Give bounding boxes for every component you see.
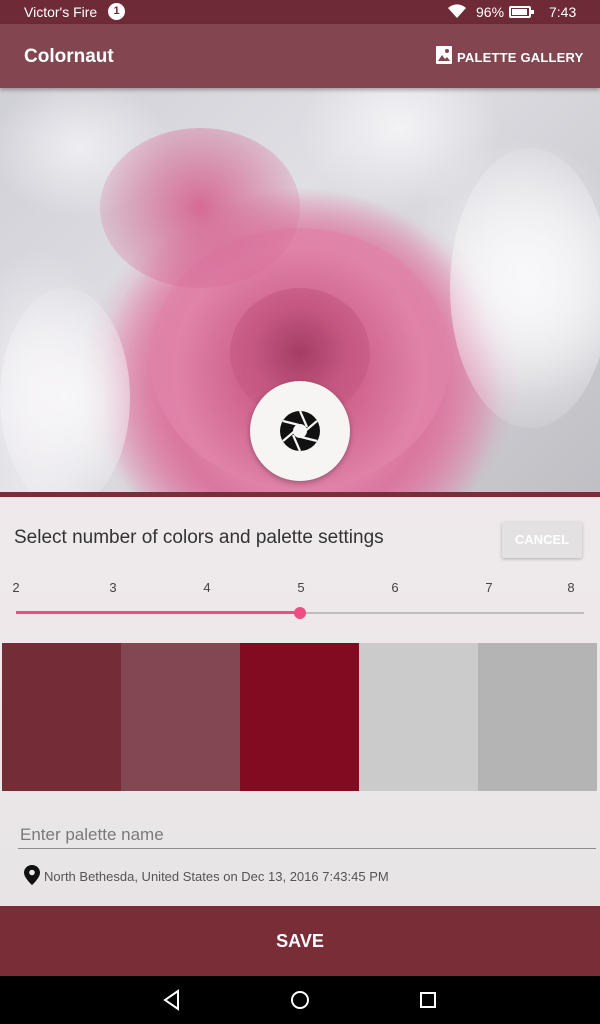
battery-percent: 96% [476,4,505,20]
settings-heading: Select number of colors and palette sett… [14,527,384,548]
home-icon[interactable] [288,988,312,1012]
slider-tick: 3 [109,580,117,595]
slider-tick: 2 [12,580,20,595]
shutter-button[interactable] [250,381,350,481]
slider-fill [16,611,300,614]
slider-tick: 5 [297,580,305,595]
app-bar: Colornaut PALETTE GALLERY [0,24,600,88]
battery-icon [509,6,534,18]
save-button[interactable]: SAVE [0,906,600,976]
color-swatch-4[interactable] [359,643,478,791]
status-bar: Victor's Fire 1 96% 7:43 [0,0,600,24]
slider-tick: 4 [203,580,211,595]
notification-badge: 1 [108,3,125,20]
slider-tick: 6 [391,580,399,595]
navigation-bar [0,976,600,1024]
location-text: North Bethesda, United States on Dec 13,… [44,869,389,884]
color-swatch-2[interactable] [121,643,240,791]
recents-icon[interactable] [416,988,440,1012]
cancel-button[interactable]: CANCEL [502,522,582,558]
color-swatch-3[interactable] [240,643,359,791]
slider-tick: 8 [567,580,575,595]
slider-tick-labels: 2 3 4 5 6 7 8 [0,580,600,596]
palette-settings-panel: Select number of colors and palette sett… [0,492,600,906]
image-gallery-icon [436,45,452,69]
palette-gallery-button[interactable]: PALETTE GALLERY [436,44,584,70]
wifi-icon [447,3,467,22]
color-swatch-1[interactable] [2,643,121,791]
slider-thumb[interactable] [294,607,306,619]
color-count-slider[interactable] [16,607,584,619]
carrier-name: Victor's Fire [24,4,98,20]
app-title: Colornaut [24,46,114,67]
status-time: 7:43 [549,4,577,20]
palette-swatches [2,643,597,791]
slider-tick: 7 [485,580,493,595]
location-info: North Bethesda, United States on Dec 13,… [24,865,389,888]
back-icon[interactable] [160,988,184,1012]
palette-gallery-label: PALETTE GALLERY [457,49,584,65]
color-swatch-5[interactable] [478,643,597,791]
palette-name-input[interactable] [18,821,596,849]
location-pin-icon [24,865,44,888]
